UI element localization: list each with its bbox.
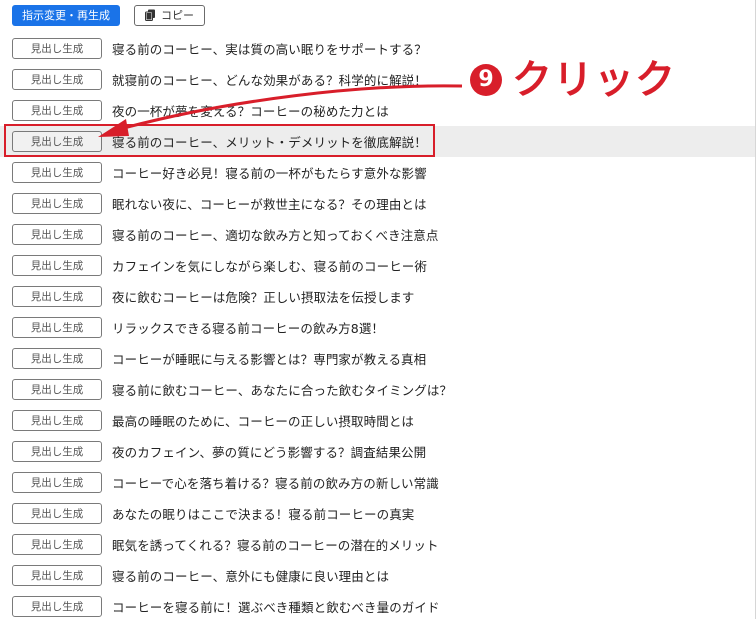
headline-title: 夜の一杯が夢を変える？コーヒーの秘めた力とは bbox=[112, 104, 389, 119]
copy-button-label: コピー bbox=[161, 9, 194, 22]
headline-row: 見出し生成 コーヒーが睡眠に与える影響とは？専門家が教える真相 bbox=[0, 343, 755, 374]
generate-headings-button[interactable]: 見出し生成 bbox=[12, 472, 102, 493]
headline-title: リラックスできる寝る前コーヒーの飲み方8選！ bbox=[112, 321, 385, 336]
generate-headings-button[interactable]: 見出し生成 bbox=[12, 503, 102, 524]
headline-row: 見出し生成 夜のカフェイン、夢の質にどう影響する？調査結果公開 bbox=[0, 436, 755, 467]
generate-headings-button[interactable]: 見出し生成 bbox=[12, 131, 102, 152]
generate-headings-button[interactable]: 見出し生成 bbox=[12, 441, 102, 462]
headline-title: 眠気を誘ってくれる？寝る前のコーヒーの潜在的メリット bbox=[112, 538, 439, 553]
annotation-label: クリック bbox=[512, 57, 676, 103]
headline-title: 寝る前のコーヒー、適切な飲み方と知っておくべき注意点 bbox=[112, 228, 439, 243]
generate-headings-button[interactable]: 見出し生成 bbox=[12, 162, 102, 183]
headline-title: 寝る前のコーヒー、意外にも健康に良い理由とは bbox=[112, 569, 390, 584]
headline-title: コーヒーで心を落ち着ける？寝る前の飲み方の新しい常識 bbox=[112, 476, 439, 491]
headline-title: コーヒーが睡眠に与える影響とは？専門家が教える真相 bbox=[112, 352, 427, 367]
generate-headings-button[interactable]: 見出し生成 bbox=[12, 224, 102, 245]
headline-row: 見出し生成 夜に飲むコーヒーは危険？正しい摂取法を伝授します bbox=[0, 281, 755, 312]
headline-title: あなたの眠りはここで決まる！寝る前コーヒーの真実 bbox=[112, 507, 415, 522]
headline-list: 見出し生成 寝る前のコーヒー、実は質の高い眠りをサポートする？ 見出し生成 就寝前のコ… bbox=[0, 33, 755, 622]
headline-row: 見出し生成 コーヒーで心を落ち着ける？寝る前の飲み方の新しい常識 bbox=[0, 467, 755, 498]
copy-button[interactable]: コピー bbox=[134, 4, 205, 26]
headline-title: 夜のカフェイン、夢の質にどう影響する？調査結果公開 bbox=[112, 445, 427, 460]
headline-row: 見出し生成 眠気を誘ってくれる？寝る前のコーヒーの潜在的メリット bbox=[0, 529, 755, 560]
generate-headings-button[interactable]: 見出し生成 bbox=[12, 565, 102, 586]
headline-title: 寝る前に飲むコーヒー、あなたに合った飲むタイミングは？ bbox=[112, 383, 453, 398]
copy-icon bbox=[145, 9, 156, 21]
step-number-badge: 9 bbox=[470, 64, 502, 96]
headline-title: 寝る前のコーヒー、メリット・デメリットを徹底解説！ bbox=[112, 135, 427, 150]
headline-row: 見出し生成 最高の睡眠のために、コーヒーの正しい摂取時間とは bbox=[0, 405, 755, 436]
headline-row: 見出し生成 カフェインを気にしながら楽しむ、寝る前のコーヒー術 bbox=[0, 250, 755, 281]
headline-title: コーヒーを寝る前に！選ぶべき種類と飲むべき量のガイド bbox=[112, 600, 440, 615]
headline-title: コーヒー好き必見！寝る前の一杯がもたらす意外な影響 bbox=[112, 166, 427, 181]
headline-title: 就寝前のコーヒー、どんな効果がある？科学的に解説！ bbox=[112, 73, 427, 88]
annotation-callout: 9 クリック bbox=[470, 56, 676, 104]
generate-headings-button[interactable]: 見出し生成 bbox=[12, 38, 102, 59]
headline-title: 眠れない夜に、コーヒーが救世主になる？その理由とは bbox=[112, 197, 427, 212]
headline-row: 見出し生成 寝る前に飲むコーヒー、あなたに合った飲むタイミングは？ bbox=[0, 374, 755, 405]
generate-headings-button[interactable]: 見出し生成 bbox=[12, 100, 102, 121]
generate-headings-button[interactable]: 見出し生成 bbox=[12, 193, 102, 214]
generate-headings-button[interactable]: 見出し生成 bbox=[12, 69, 102, 90]
headline-title: 寝る前のコーヒー、実は質の高い眠りをサポートする？ bbox=[112, 42, 427, 57]
generate-headings-button[interactable]: 見出し生成 bbox=[12, 255, 102, 276]
headline-row: 見出し生成 寝る前のコーヒー、意外にも健康に良い理由とは bbox=[0, 560, 755, 591]
regenerate-button[interactable]: 指示変更・再生成 bbox=[12, 4, 120, 26]
headline-title: 最高の睡眠のために、コーヒーの正しい摂取時間とは bbox=[112, 414, 415, 429]
headline-row: 見出し生成 寝る前のコーヒー、メリット・デメリットを徹底解説！ bbox=[0, 126, 755, 157]
headline-row: 見出し生成 コーヒー好き必見！寝る前の一杯がもたらす意外な影響 bbox=[0, 157, 755, 188]
headline-title: カフェインを気にしながら楽しむ、寝る前のコーヒー術 bbox=[112, 259, 428, 274]
generate-headings-button[interactable]: 見出し生成 bbox=[12, 410, 102, 431]
headline-row: 見出し生成 寝る前のコーヒー、適切な飲み方と知っておくべき注意点 bbox=[0, 219, 755, 250]
generate-headings-button[interactable]: 見出し生成 bbox=[12, 348, 102, 369]
headline-row: 見出し生成 眠れない夜に、コーヒーが救世主になる？その理由とは bbox=[0, 188, 755, 219]
generate-headings-button[interactable]: 見出し生成 bbox=[12, 534, 102, 555]
headline-row: 見出し生成 リラックスできる寝る前コーヒーの飲み方8選！ bbox=[0, 312, 755, 343]
generate-headings-button[interactable]: 見出し生成 bbox=[12, 596, 102, 617]
generate-headings-button[interactable]: 見出し生成 bbox=[12, 286, 102, 307]
generate-headings-button[interactable]: 見出し生成 bbox=[12, 379, 102, 400]
headline-row: 見出し生成 あなたの眠りはここで決まる！寝る前コーヒーの真実 bbox=[0, 498, 755, 529]
headline-row: 見出し生成 コーヒーを寝る前に！選ぶべき種類と飲むべき量のガイド bbox=[0, 591, 755, 622]
toolbar: 指示変更・再生成 コピー bbox=[12, 4, 205, 26]
headline-title: 夜に飲むコーヒーは危険？正しい摂取法を伝授します bbox=[112, 290, 415, 305]
generate-headings-button[interactable]: 見出し生成 bbox=[12, 317, 102, 338]
